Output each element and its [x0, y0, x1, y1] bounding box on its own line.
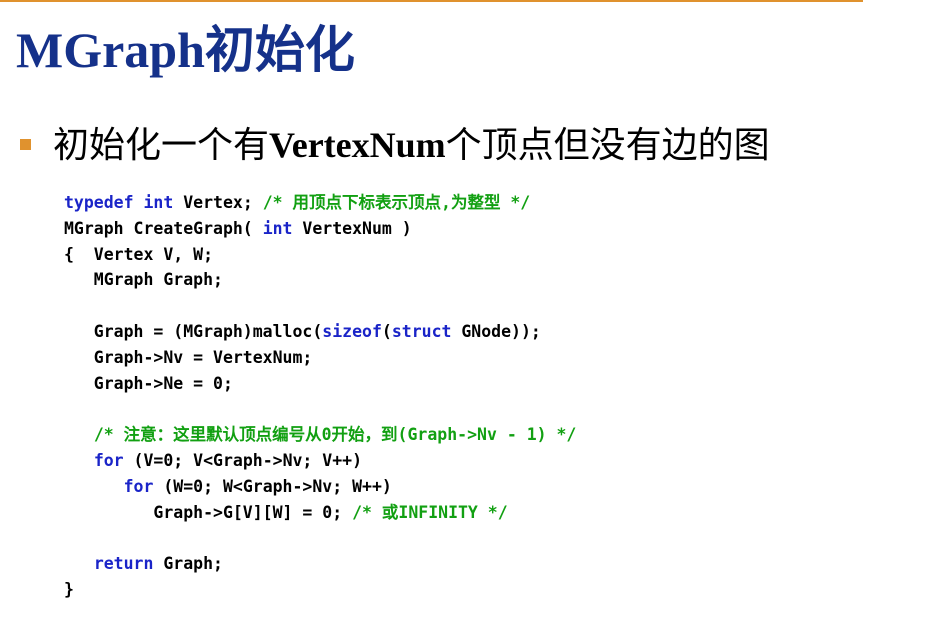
- code-line: }: [64, 577, 576, 603]
- code-text: Graph;: [153, 554, 223, 574]
- code-text: (: [381, 321, 392, 341]
- code-keyword: for: [123, 476, 154, 496]
- code-line: Graph->G[V][W] = 0; /* 或INFINITY */: [64, 500, 576, 526]
- code-text: MGraph CreateGraph(: [64, 218, 263, 238]
- code-text: (V=0; V<Graph->Nv; V++): [123, 450, 363, 470]
- code-keyword: sizeof: [322, 321, 382, 341]
- bullet-bold: VertexNum: [269, 125, 446, 165]
- bullet-text: 初始化一个有VertexNum个顶点但没有边的图: [53, 116, 770, 168]
- code-comment: /* 或INFINITY */: [352, 502, 508, 522]
- code-comment: /* 注意：这里默认顶点编号从0开始，到(Graph->Nv - 1) */: [93, 425, 577, 445]
- code-text: MGraph Graph;: [64, 270, 223, 290]
- code-keyword: for: [93, 450, 124, 470]
- code-line: /* 注意：这里默认顶点编号从0开始，到(Graph->Nv - 1) */: [64, 422, 577, 448]
- code-keyword: int: [262, 218, 293, 238]
- bullet-point: 初始化一个有VertexNum个顶点但没有边的图: [20, 116, 770, 168]
- code-line: { Vertex V, W;: [64, 242, 576, 268]
- code-keyword: return: [93, 554, 154, 574]
- code-keyword: int: [143, 193, 174, 212]
- code-text: Graph = (MGraph)malloc(: [64, 321, 323, 341]
- slide-title: MGraph初始化: [16, 22, 355, 78]
- code-comment: /* 用顶点下标表示顶点,为整型 */: [262, 193, 531, 212]
- code-line: Graph->Ne = 0;: [64, 371, 576, 397]
- code-text: }: [64, 579, 74, 599]
- code-text: { Vertex V, W;: [64, 244, 214, 264]
- code-line: typedef int Vertex; /* 用顶点下标表示顶点,为整型 */: [64, 190, 576, 216]
- code-text: Vertex;: [173, 193, 263, 212]
- bullet-prefix: 初始化一个有: [53, 125, 270, 165]
- code-text: GNode));: [451, 321, 541, 341]
- top-rule: [0, 0, 863, 2]
- code-line: Graph = (MGraph)malloc(sizeof(struct GNo…: [64, 319, 576, 345]
- code-block: typedef int Vertex; /* 用顶点下标表示顶点,为整型 */M…: [64, 190, 576, 603]
- code-line: return Graph;: [64, 551, 576, 577]
- code-line: for (W=0; W<Graph->Nv; W++): [64, 474, 576, 500]
- code-keyword: struct: [391, 321, 452, 341]
- code-line: MGraph Graph;: [64, 267, 576, 293]
- code-text: Graph->Ne = 0;: [64, 373, 233, 393]
- code-text: Graph->G[V][W] = 0;: [64, 502, 353, 522]
- code-line: Graph->Nv = VertexNum;: [64, 345, 576, 371]
- code-line: MGraph CreateGraph( int VertexNum ): [64, 216, 576, 242]
- code-line: for (V=0; V<Graph->Nv; V++): [64, 448, 576, 474]
- code-text: VertexNum ): [292, 218, 412, 238]
- code-text: Graph->Nv = VertexNum;: [64, 347, 313, 367]
- code-keyword: typedef: [64, 193, 134, 212]
- bullet-square-icon: [20, 138, 31, 150]
- code-text: (W=0; W<Graph->Nv; W++): [153, 476, 392, 496]
- bullet-suffix: 个顶点但没有边的图: [445, 125, 770, 165]
